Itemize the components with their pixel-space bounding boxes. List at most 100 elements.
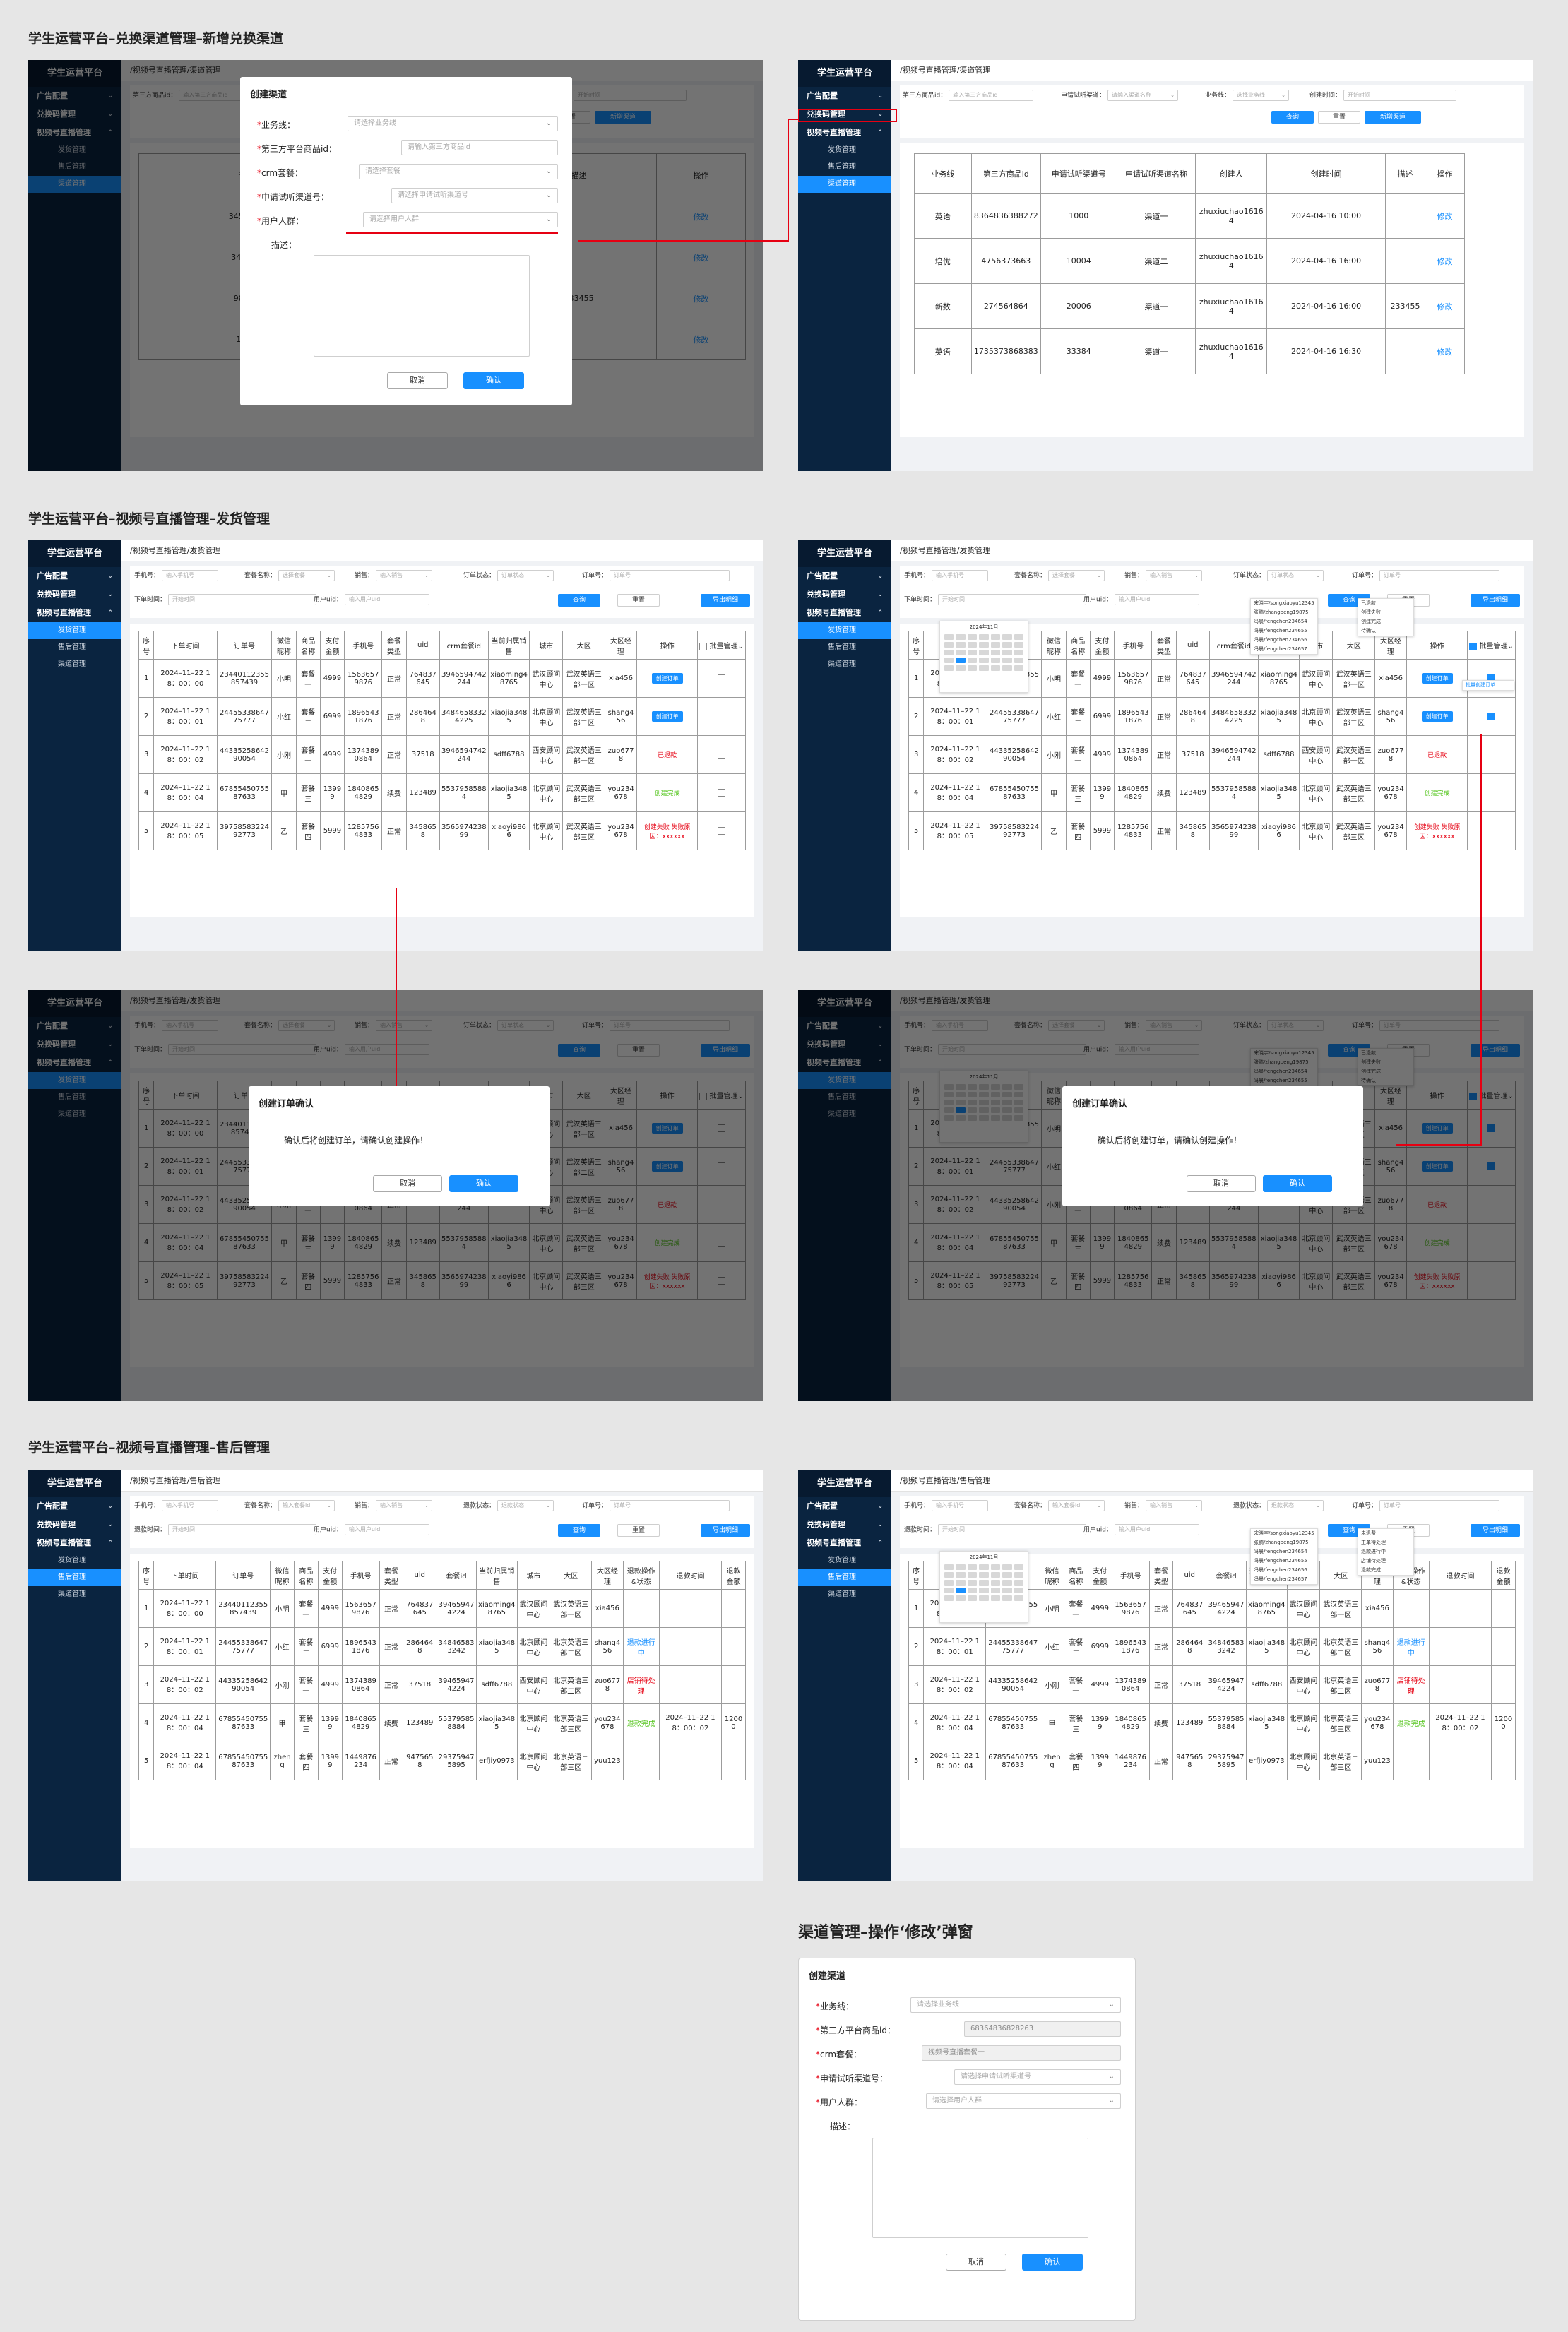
sidebar-group-0[interactable]: 广告配置 ⌄ bbox=[798, 87, 891, 105]
calendar-day[interactable] bbox=[990, 650, 1001, 655]
calendar-day[interactable] bbox=[1002, 1580, 1012, 1586]
dropdown-option[interactable]: 冯晨/fengchen234657 bbox=[1251, 645, 1317, 654]
create-channel-button[interactable]: 新增渠道 bbox=[1365, 111, 1421, 124]
filter-input[interactable]: 选择套餐 ⌄ bbox=[1048, 570, 1105, 581]
calendar-day[interactable] bbox=[967, 1572, 978, 1578]
filter-input[interactable]: 订单号 bbox=[610, 1500, 730, 1511]
form-input[interactable]: 请选择套餐 ⌄ bbox=[359, 164, 558, 179]
calendar-day[interactable] bbox=[956, 650, 966, 655]
filter-input[interactable]: 请输入渠道名称 ⌄ bbox=[1107, 90, 1179, 101]
calendar-day[interactable] bbox=[990, 1588, 1001, 1593]
calendar-day[interactable] bbox=[944, 1580, 954, 1586]
filter-input[interactable]: 输入套餐id ⌄ bbox=[278, 1500, 335, 1511]
filter-input[interactable]: 退款状态 ⌄ bbox=[1267, 1500, 1324, 1511]
export-button[interactable]: 导出明细 bbox=[1471, 594, 1520, 607]
reset-button[interactable]: 重置 bbox=[617, 1524, 660, 1537]
checkbox[interactable] bbox=[1469, 642, 1478, 650]
sidebar-group-0[interactable]: 广告配置 ⌄ bbox=[28, 1497, 121, 1516]
batch-cell[interactable] bbox=[1467, 773, 1516, 812]
calendar-day[interactable] bbox=[956, 1595, 966, 1601]
calendar-day[interactable] bbox=[979, 658, 989, 663]
calendar-day[interactable] bbox=[979, 1588, 989, 1593]
row-checkbox[interactable] bbox=[718, 712, 726, 720]
calendar-day[interactable] bbox=[979, 1580, 989, 1586]
filter-input[interactable]: 选择套餐 ⌄ bbox=[278, 570, 335, 581]
filter-input[interactable]: 输入销售 ⌄ bbox=[376, 1500, 433, 1511]
cancel-button[interactable]: 取消 bbox=[946, 2254, 1006, 2271]
calendar-day[interactable] bbox=[944, 1572, 954, 1578]
filter-input[interactable]: 订单状态 ⌄ bbox=[497, 570, 554, 581]
filter-input[interactable]: 订单号 bbox=[610, 570, 730, 581]
filter-input[interactable]: 输入销售 ⌄ bbox=[1146, 570, 1203, 581]
dropdown-option[interactable]: 冯晨/fengchen234656 bbox=[1251, 1566, 1317, 1575]
filter-input[interactable]: 输入用户uid bbox=[344, 594, 429, 605]
filter-input[interactable]: 开始时间 bbox=[938, 594, 1087, 605]
calendar-day[interactable] bbox=[1002, 665, 1012, 671]
dropdown-option[interactable]: 待确认 bbox=[1358, 626, 1413, 636]
batch-cell[interactable] bbox=[1467, 697, 1516, 736]
calendar-day[interactable] bbox=[990, 665, 1001, 671]
calendar-day[interactable] bbox=[1002, 1595, 1012, 1601]
calendar-day[interactable] bbox=[1014, 658, 1023, 663]
form-input[interactable]: 请选择业务线 ⌄ bbox=[910, 1997, 1121, 2013]
sidebar-item-0[interactable]: 发货管理 bbox=[28, 622, 121, 639]
sidebar-item-1[interactable]: 售后管理 bbox=[798, 1569, 891, 1586]
calendar-day[interactable] bbox=[944, 1595, 954, 1601]
row-checkbox[interactable] bbox=[718, 788, 726, 797]
sidebar-group-0[interactable]: 广告配置 ⌄ bbox=[28, 567, 121, 585]
sidebar-group-1[interactable]: 兑换码管理 ⌄ bbox=[798, 1516, 891, 1534]
dropdown-option[interactable]: 冯晨/fengchen234656 bbox=[1251, 636, 1317, 645]
batch-header[interactable]: 批量管理⌄ bbox=[1467, 631, 1516, 660]
edit-link[interactable]: 修改 bbox=[1424, 238, 1466, 284]
edit-link[interactable]: 修改 bbox=[1424, 193, 1466, 239]
dropdown-option[interactable]: 创建失败 bbox=[1358, 608, 1413, 617]
calendar-day[interactable] bbox=[956, 642, 966, 648]
sidebar-group-0[interactable]: 广告配置 ⌄ bbox=[798, 1497, 891, 1516]
row-checkbox[interactable] bbox=[718, 750, 726, 759]
sidebar-group-2[interactable]: 视频号直播管理 ⌃ bbox=[28, 604, 121, 622]
description-textarea[interactable] bbox=[872, 2138, 1088, 2238]
calendar-day[interactable] bbox=[979, 1595, 989, 1601]
calendar-day[interactable] bbox=[979, 665, 989, 671]
calendar-day[interactable] bbox=[956, 1572, 966, 1578]
dropdown-option[interactable]: 冯晨/fengchen234654 bbox=[1251, 617, 1317, 626]
calendar-day[interactable] bbox=[967, 650, 978, 655]
cancel-button[interactable]: 取消 bbox=[1187, 1175, 1256, 1192]
calendar-day[interactable] bbox=[944, 1588, 954, 1593]
calendar-day[interactable] bbox=[1002, 634, 1012, 640]
filter-input[interactable]: 退款状态 ⌄ bbox=[497, 1500, 554, 1511]
calendar-day[interactable] bbox=[956, 634, 966, 640]
dropdown-option[interactable]: 冯晨/fengchen234655 bbox=[1251, 626, 1317, 636]
form-input[interactable]: 请选择申请试听渠道号 ⌄ bbox=[954, 2069, 1121, 2085]
filter-input[interactable]: 输入套餐id ⌄ bbox=[1048, 1500, 1105, 1511]
batch-cell[interactable] bbox=[697, 697, 746, 736]
dropdown-option[interactable]: 退款完成 bbox=[1358, 1566, 1413, 1575]
calendar-day[interactable] bbox=[979, 634, 989, 640]
calendar-day[interactable] bbox=[944, 642, 954, 648]
description-textarea[interactable] bbox=[314, 255, 530, 357]
filter-input[interactable]: 订单状态 ⌄ bbox=[1267, 570, 1324, 581]
dropdown-option[interactable]: 冯晨/fengchen234655 bbox=[1251, 1557, 1317, 1566]
cancel-button[interactable]: 取消 bbox=[373, 1175, 442, 1192]
date-picker[interactable]: 2024年11月 bbox=[939, 621, 1028, 693]
filter-input[interactable]: 输入用户uid bbox=[344, 1524, 429, 1535]
create-order-button[interactable]: 创建订单 bbox=[651, 711, 683, 722]
batch-cell[interactable] bbox=[697, 811, 746, 850]
filter-input[interactable]: 输入销售 ⌄ bbox=[376, 570, 433, 581]
create-order-button[interactable]: 创建订单 bbox=[1421, 711, 1453, 722]
filter-input[interactable]: 输入手机号 bbox=[162, 570, 219, 581]
form-input[interactable]: 请输入第三方商品id bbox=[401, 140, 558, 155]
calendar-day[interactable] bbox=[956, 1588, 966, 1593]
date-picker[interactable]: 2024年11月 bbox=[939, 1551, 1028, 1623]
filter-input[interactable]: 输入销售 ⌄ bbox=[1146, 1500, 1203, 1511]
create-order-button[interactable]: 创建订单 bbox=[1421, 673, 1453, 684]
batch-cell[interactable] bbox=[697, 659, 746, 698]
dropdown-option[interactable]: 已退款 bbox=[1358, 599, 1413, 608]
checkbox[interactable] bbox=[699, 642, 708, 650]
filter-input[interactable]: 输入手机号 bbox=[932, 570, 989, 581]
filter-input[interactable]: 开始时间 bbox=[168, 594, 317, 605]
row-checkbox[interactable] bbox=[718, 674, 726, 682]
calendar-day[interactable] bbox=[967, 642, 978, 648]
form-input[interactable]: 请选择用户人群 ⌄ bbox=[363, 212, 558, 227]
calendar-day[interactable] bbox=[990, 1572, 1001, 1578]
